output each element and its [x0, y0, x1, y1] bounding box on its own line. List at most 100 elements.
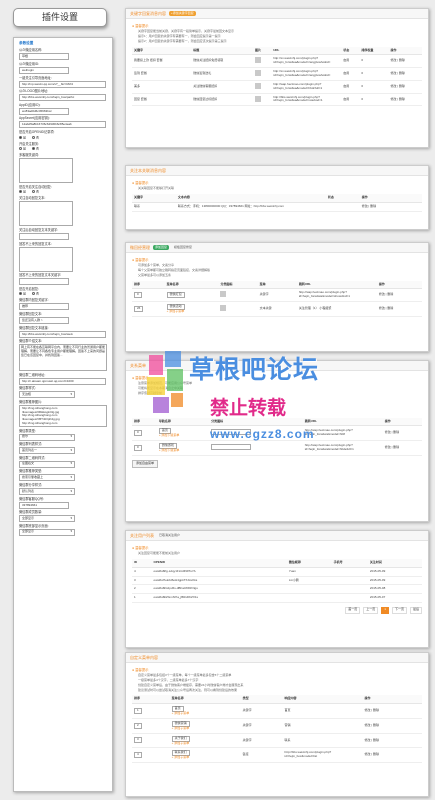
qr-url-input[interactable]: http://c.atream.qpmusic.qq.com/C1000 [19, 377, 106, 385]
row-actions[interactable]: 修改 | 删除 [376, 301, 422, 317]
add-submenu-link[interactable]: + 添加子菜单 [172, 741, 239, 746]
member-select[interactable]: 全部显示 ▾ [19, 515, 75, 523]
cannot-kw-input[interactable] [19, 278, 69, 286]
menu-name-input[interactable]: 微信红包 [166, 292, 185, 299]
subscribe-radio-no[interactable]: 否 [32, 147, 39, 151]
table-row: 我要投上款 抵扣 套餐 微信关注抵扣免费领取 http://xx.weixinhj… [132, 54, 422, 68]
row-actions[interactable]: 修改 | 删除 [359, 202, 422, 212]
add-submenu-link[interactable]: + 添加子菜单 [167, 309, 217, 314]
unsubscribed-users-tab[interactable]: 已取消关注用户 [157, 533, 182, 538]
table-row: 3 关于我们 + 添加子菜单 关键字 联系 修改 | 删除 [132, 733, 422, 749]
row-actions[interactable]: 修改 | 删除 [388, 54, 422, 68]
share-select[interactable]: 默认列表 ▾ [19, 487, 75, 495]
subscribe-radio-group: 是 否 [19, 147, 107, 152]
field-recommend: 微信群推荐类型: 搜索引擎收藏上 ▾ [19, 469, 107, 482]
field-app-name: 公众微应用名称: 草根 [19, 48, 107, 61]
row-actions[interactable]: 修改 | 删除 [362, 718, 422, 734]
recommend-select[interactable]: 搜索引擎收藏上 ▾ [19, 474, 75, 482]
field-kw-reply: 关注后自动回复文本关键字: [19, 228, 107, 241]
order-input[interactable]: 0 [134, 444, 142, 451]
add-submenu-link[interactable]: + 添加子菜单 [172, 726, 239, 731]
appid-input[interactable]: wx83ad0d6c45963bcc [19, 107, 69, 115]
enable-radio-yes[interactable]: 是 [19, 292, 26, 296]
order-input[interactable]: 4 [134, 752, 142, 759]
field-cannot-kw: 回答不上来的回复文本关键字: [19, 273, 107, 286]
icon-input[interactable] [211, 444, 252, 450]
default-reply-textarea[interactable] [19, 246, 73, 272]
field-multi: 多客服关键词: [19, 153, 107, 184]
app-id-input[interactable]: weihugin [19, 67, 69, 75]
list-style-select[interactable]: 首页列表一 ▾ [19, 447, 75, 455]
order-input[interactable]: 26 [134, 305, 144, 312]
row-actions[interactable]: 修改 | 删除 [388, 67, 422, 81]
order-input[interactable]: 0 [134, 430, 142, 437]
add-reply-button[interactable]: 添加回复 [153, 245, 170, 250]
menu-table: 排序 菜单名称 分类图标 菜单 跳转URL 操作 0 微信红包 关键字 http://wa… [132, 280, 422, 317]
subscribe-radio-yes[interactable]: 是 [19, 147, 26, 151]
images-textarea[interactable]: http://img.sthanghong.com /livemages/3RH… [19, 404, 107, 427]
order-input[interactable]: 1 [134, 707, 142, 714]
multi-service-textarea[interactable] [19, 158, 73, 184]
first-page-button[interactable]: 首一页 [345, 606, 361, 614]
add-submenu-link[interactable]: + 添加下级菜单 [159, 448, 207, 453]
add-submenu-link[interactable]: + 添加子菜单 [172, 755, 239, 760]
order-input[interactable]: 3 [134, 737, 142, 744]
row-actions[interactable]: 修改 | 删除 [382, 425, 422, 441]
kw-reply-input[interactable] [19, 233, 69, 241]
appsecret-input[interactable]: 12abd5a8b16736c64930b6c85e4eab [19, 121, 106, 129]
row-actions[interactable]: 修改 | 删除 [388, 93, 422, 107]
chevron-down-icon: ▾ [70, 515, 72, 520]
radio-dot-icon [19, 147, 22, 151]
field-secret: AppSecret(应用密钥): 12abd5a8b16736c64930b6c… [19, 116, 107, 129]
group-kw-input[interactable]: 推荐 [19, 303, 69, 311]
chevron-down-icon: ▾ [70, 447, 72, 452]
auto-radio-yes[interactable]: 是 [19, 190, 26, 194]
template-button[interactable]: 模板回复修复 [172, 245, 194, 250]
group-type-select[interactable]: 搜尔 ▾ [19, 433, 75, 441]
api-url-input[interactable]: http://mp.weixin.qq.com/s?__biz=MzI4 [19, 80, 106, 88]
openid-radio-no[interactable]: 否 [32, 135, 39, 140]
table-row: 联系 联系方式：手机：13800000000 QQ：337894661 网址：h… [132, 202, 422, 212]
qr-style-select[interactable]: 左图右文 ▾ [19, 460, 75, 468]
row-actions[interactable]: 修改 | 删除 [362, 733, 422, 749]
row-actions[interactable]: 修改 | 删除 [362, 747, 422, 763]
add-free-menu-button[interactable]: 添加自由菜单 [132, 459, 159, 468]
style-select[interactable]: 无边框 ▾ [19, 391, 75, 399]
order-input[interactable]: 2 [134, 722, 142, 729]
order-input[interactable]: 0 [134, 292, 142, 299]
table-row: 26 微信活动 + 添加子菜单 文本关键 关注管理（1） 小程组聚 修改 | 删除 [132, 301, 422, 317]
group-url-input[interactable]: http://bbs.weixinhj.com/hejin_bos/weix [19, 330, 106, 338]
intro-textarea[interactable]: 网上有不能在各互联网平台内，而要让不同行业的普通用户都能理解，而要让不同各色专业… [19, 344, 107, 372]
icon-input[interactable] [211, 429, 252, 436]
app-name-input[interactable]: 草根 [19, 53, 69, 61]
row-actions[interactable]: 修改 | 删除 [388, 80, 422, 94]
add-keyword-button[interactable]: +添加关键字回复 [169, 11, 196, 16]
table-row: 0 首页 + 添加下级菜单 http://wap.hecimao.com/plug… [132, 425, 422, 441]
add-submenu-link[interactable]: + 添加子菜单 [172, 711, 239, 716]
next-page-button[interactable]: 下一页 [391, 606, 407, 614]
add-submenu-link[interactable]: + 添加下级菜单 [159, 433, 207, 438]
last-page-button[interactable]: 最后 [409, 606, 422, 614]
page-1-button[interactable]: 1 [381, 606, 389, 614]
prev-page-button[interactable]: 上一页 [363, 606, 379, 614]
logo-url-input[interactable]: http://bbs.weixinhj.com/hejin_bos/pathc [19, 94, 106, 102]
auto-reply-textarea[interactable] [19, 201, 73, 227]
auto-radio-no[interactable]: 否 [32, 190, 39, 194]
enable-radio-no[interactable]: 否 [32, 292, 39, 296]
openid-radio-yes[interactable]: 是 [19, 135, 26, 140]
field-default-reply: 回答不上来的回复文本: [19, 242, 107, 272]
panel-title: 自定义菜单内容 [130, 655, 158, 660]
field-qr-style: 微信群二维码样式: 左图右文 ▾ [19, 456, 107, 468]
row-actions[interactable]: 修改 | 删除 [382, 440, 422, 456]
nav-table: 排序 导航名称 分类图标 跳转URL 操作 0 首页 + 添加下级菜单 http://wa… [132, 417, 422, 456]
qq-input[interactable]: 337894661 [19, 501, 69, 509]
table-row: 2 owwfkd9G2pu5s-dBFa4X6ROtgu 2015-05-08 [132, 584, 422, 594]
chevron-down-icon: ▾ [70, 391, 72, 396]
group-text-input[interactable]: 您还没有入群 > [19, 316, 69, 324]
bottom-select[interactable]: 全部显示 ▾ [19, 528, 75, 536]
custom-menu-table: 排序 菜单名称 类型 响应内容 操作 1 首页 + 添加子菜单 关键字 首页 修改 | 删除… [132, 695, 422, 763]
row-actions[interactable]: 修改 | 删除 [376, 288, 422, 302]
radio-dot-icon [19, 190, 22, 194]
radio-dot-icon [32, 135, 36, 139]
row-actions[interactable]: 修改 | 删除 [362, 703, 422, 719]
